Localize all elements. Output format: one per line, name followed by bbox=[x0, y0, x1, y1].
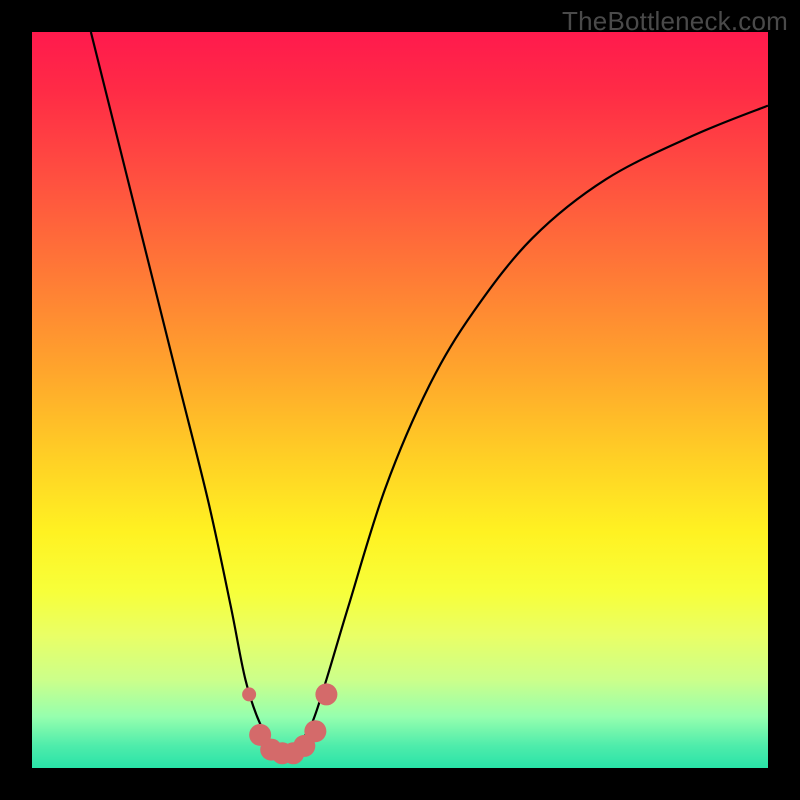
highlight-marker bbox=[242, 687, 256, 701]
curve-layer bbox=[32, 32, 768, 768]
chart-frame: TheBottleneck.com bbox=[0, 0, 800, 800]
plot-area bbox=[32, 32, 768, 768]
highlight-markers bbox=[242, 683, 337, 764]
highlight-marker bbox=[315, 683, 337, 705]
highlight-marker bbox=[304, 720, 326, 742]
bottleneck-curve-path bbox=[91, 32, 768, 753]
